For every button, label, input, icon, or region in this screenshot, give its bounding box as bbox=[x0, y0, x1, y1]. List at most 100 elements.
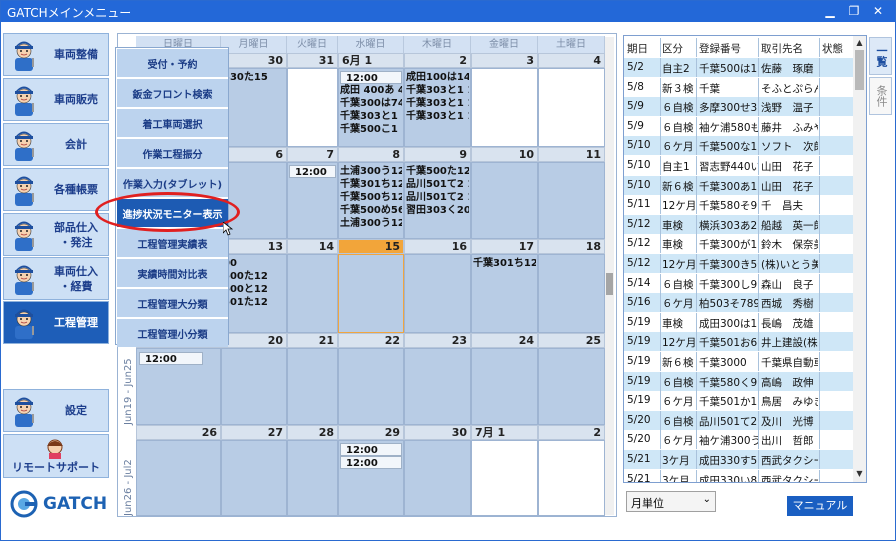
calendar-event[interactable]: 千葉500ち12 bbox=[340, 191, 402, 204]
nav-forms[interactable]: 各種帳票 bbox=[3, 168, 109, 211]
calendar-day[interactable] bbox=[538, 254, 605, 333]
submenu-item[interactable]: 作業工程振分 bbox=[117, 139, 228, 167]
table-row[interactable]: 5/11 12ケ月 千葉580そ9 千 昌夫 bbox=[624, 195, 854, 215]
table-row[interactable]: 5/2 自主2 千葉500は12 佐藤 琢磨 bbox=[624, 58, 854, 77]
date-cell[interactable]: 16 bbox=[404, 239, 471, 254]
date-cell[interactable]: 2 bbox=[404, 53, 471, 68]
scroll-up-icon[interactable]: ▲ bbox=[855, 38, 864, 48]
nav-vehicle-sales[interactable]: 車両販売 bbox=[3, 78, 109, 121]
calendar-event[interactable]: 千葉300は74 bbox=[340, 97, 402, 110]
calendar-event[interactable]: 千葉301ち12 bbox=[473, 257, 536, 270]
nav-vehicle-purchase[interactable]: 車両仕入 ・経費 bbox=[3, 257, 109, 300]
tab-conditions[interactable]: 条件 bbox=[869, 77, 892, 115]
submenu-item[interactable]: 工程管理小分類 bbox=[117, 319, 228, 347]
calendar-day[interactable] bbox=[287, 254, 338, 333]
calendar-day[interactable] bbox=[538, 68, 605, 147]
calendar-day[interactable] bbox=[471, 162, 538, 239]
calendar-event[interactable]: 500と12 bbox=[223, 283, 285, 296]
date-cell[interactable]: 13 bbox=[221, 239, 287, 254]
tab-list[interactable]: 一覧 bbox=[869, 37, 892, 75]
calendar-day[interactable] bbox=[404, 254, 471, 333]
calendar-event[interactable]: 500た12 bbox=[223, 270, 285, 283]
date-cell[interactable]: 30 bbox=[404, 425, 471, 440]
calendar-scroll-thumb[interactable] bbox=[606, 273, 613, 295]
date-cell[interactable]: 21 bbox=[287, 333, 338, 348]
submenu-item[interactable]: 作業入力(タブレット) bbox=[117, 169, 228, 197]
calendar-event[interactable]: 千葉301ち12 bbox=[340, 178, 402, 191]
calendar-day[interactable] bbox=[538, 348, 605, 425]
submenu-item[interactable]: 進捗状況モニター表示 bbox=[117, 199, 228, 227]
table-row[interactable]: 5/19 12ケ月 千葉501お6 井上建設(株) bbox=[624, 332, 854, 352]
calendar-event[interactable]: 千葉500め56 bbox=[340, 204, 402, 217]
date-cell[interactable]: 4 bbox=[538, 53, 605, 68]
table-row[interactable]: 5/20 ６自検 品川501て2 及川 光博 bbox=[624, 410, 854, 430]
calendar-day[interactable] bbox=[471, 348, 538, 425]
calendar-event[interactable]: 千葉303と1 1 bbox=[406, 84, 469, 97]
date-cell[interactable]: 29 bbox=[338, 425, 404, 440]
submenu-item[interactable]: 実績時間対比表 bbox=[117, 259, 228, 287]
table-row[interactable]: 5/19 新６検 千葉3000 千葉県自動車 bbox=[624, 352, 854, 371]
calendar-day[interactable] bbox=[338, 254, 404, 333]
nav-remote[interactable]: リモートサポート bbox=[3, 434, 109, 478]
nav-process[interactable]: 工程管理 bbox=[3, 301, 109, 344]
calendar-event[interactable]: 12:00 bbox=[340, 71, 402, 84]
date-cell[interactable]: 24 bbox=[471, 333, 538, 348]
calendar-event[interactable]: 土浦300う12 bbox=[340, 165, 402, 178]
calendar-event[interactable]: 千葉303と1 1 bbox=[406, 97, 469, 110]
list-scroll-thumb[interactable] bbox=[855, 50, 864, 90]
date-cell[interactable]: 6 bbox=[221, 147, 287, 162]
calendar-event[interactable]: 土浦300う12 bbox=[340, 217, 402, 230]
table-row[interactable]: 5/12 車検 横浜303あ2 船越 英一郎 bbox=[624, 214, 854, 234]
nav-settings[interactable]: 設定 bbox=[3, 389, 109, 432]
calendar-event[interactable]: 千葉303と1 1 bbox=[340, 110, 402, 123]
table-row[interactable]: 5/10 ６ケ月 千葉500な12 ソフト 次郎 bbox=[624, 136, 854, 156]
calendar-day-sunday[interactable] bbox=[136, 440, 221, 516]
close-icon[interactable]: ✕ bbox=[867, 2, 889, 20]
calendar-event[interactable]: 12:00 bbox=[139, 352, 203, 365]
calendar-event[interactable]: 501た12 bbox=[223, 296, 285, 309]
minimize-icon[interactable]: ▁ bbox=[819, 2, 841, 20]
submenu-item[interactable]: 工程管理実績表 bbox=[117, 229, 228, 257]
date-cell[interactable]: 22 bbox=[338, 333, 404, 348]
table-row[interactable]: 5/19 ６自検 千葉580く9 高嶋 政伸 bbox=[624, 371, 854, 391]
table-row[interactable]: 5/12 12ケ月 千葉300き50 (株)いとう美 bbox=[624, 254, 854, 273]
table-row[interactable]: 5/16 ６ケ月 柏503そ789 西城 秀樹 bbox=[624, 293, 854, 313]
submenu-item[interactable]: 着工車両選択 bbox=[117, 109, 228, 137]
submenu-item[interactable]: 受付・予約 bbox=[117, 49, 228, 77]
calendar-event[interactable]: 品川501て2 1 bbox=[406, 191, 469, 204]
calendar-day[interactable] bbox=[287, 68, 338, 147]
calendar-day[interactable] bbox=[404, 348, 471, 425]
date-cell[interactable]: 27 bbox=[221, 425, 287, 440]
date-cell[interactable]: 11 bbox=[538, 147, 605, 162]
manual-button[interactable]: マニュアル bbox=[787, 496, 853, 516]
calendar-day[interactable] bbox=[338, 348, 404, 425]
calendar-event[interactable]: 12:00 bbox=[340, 456, 402, 469]
unit-select[interactable]: 月単位 ⌄ bbox=[626, 491, 716, 512]
restore-icon[interactable]: ❐ bbox=[843, 2, 865, 20]
date-cell[interactable]: 18 bbox=[538, 239, 605, 254]
calendar-event[interactable]: 00 bbox=[223, 257, 285, 270]
table-row[interactable]: 5/10 新６検 千葉300あ1 山田 花子 bbox=[624, 175, 854, 195]
calendar-day[interactable] bbox=[287, 440, 338, 516]
date-cell[interactable]: 28 bbox=[287, 425, 338, 440]
calendar-event[interactable]: 成田 400あ 4 bbox=[340, 84, 402, 97]
date-cell[interactable]: 2 bbox=[538, 425, 605, 440]
calendar-event[interactable]: 習田303く20 bbox=[406, 204, 469, 217]
table-row[interactable]: 5/10 自主1 習志野440い 山田 花子 bbox=[624, 156, 854, 175]
date-cell[interactable]: 8 bbox=[338, 147, 404, 162]
nav-accounting[interactable]: 会計 bbox=[3, 123, 109, 166]
calendar-event[interactable]: 千葉500こ1 1 bbox=[340, 123, 402, 136]
table-row[interactable]: 5/19 車検 成田300は1 長嶋 茂雄 bbox=[624, 312, 854, 332]
table-row[interactable]: 5/20 ６ケ月 袖ケ浦300う 出川 哲郎 bbox=[624, 430, 854, 450]
date-cell[interactable]: 17 bbox=[471, 239, 538, 254]
date-cell[interactable]: 9 bbox=[404, 147, 471, 162]
date-cell[interactable]: 10 bbox=[471, 147, 538, 162]
table-row[interactable]: 5/9 ６自検 多摩300せ32 浅野 温子 bbox=[624, 97, 854, 117]
calendar-day[interactable] bbox=[471, 440, 538, 516]
calendar-event[interactable]: 12:00 bbox=[340, 443, 402, 456]
table-row[interactable]: 5/21 3ケ月 成田330い8 西武タクシー bbox=[624, 469, 854, 482]
date-cell[interactable]: 25 bbox=[538, 333, 605, 348]
table-row[interactable]: 5/14 ６自検 千葉300し9 森山 良子 bbox=[624, 273, 854, 293]
nav-parts[interactable]: 部品仕入 ・発注 bbox=[3, 213, 109, 256]
calendar-day[interactable] bbox=[538, 440, 605, 516]
